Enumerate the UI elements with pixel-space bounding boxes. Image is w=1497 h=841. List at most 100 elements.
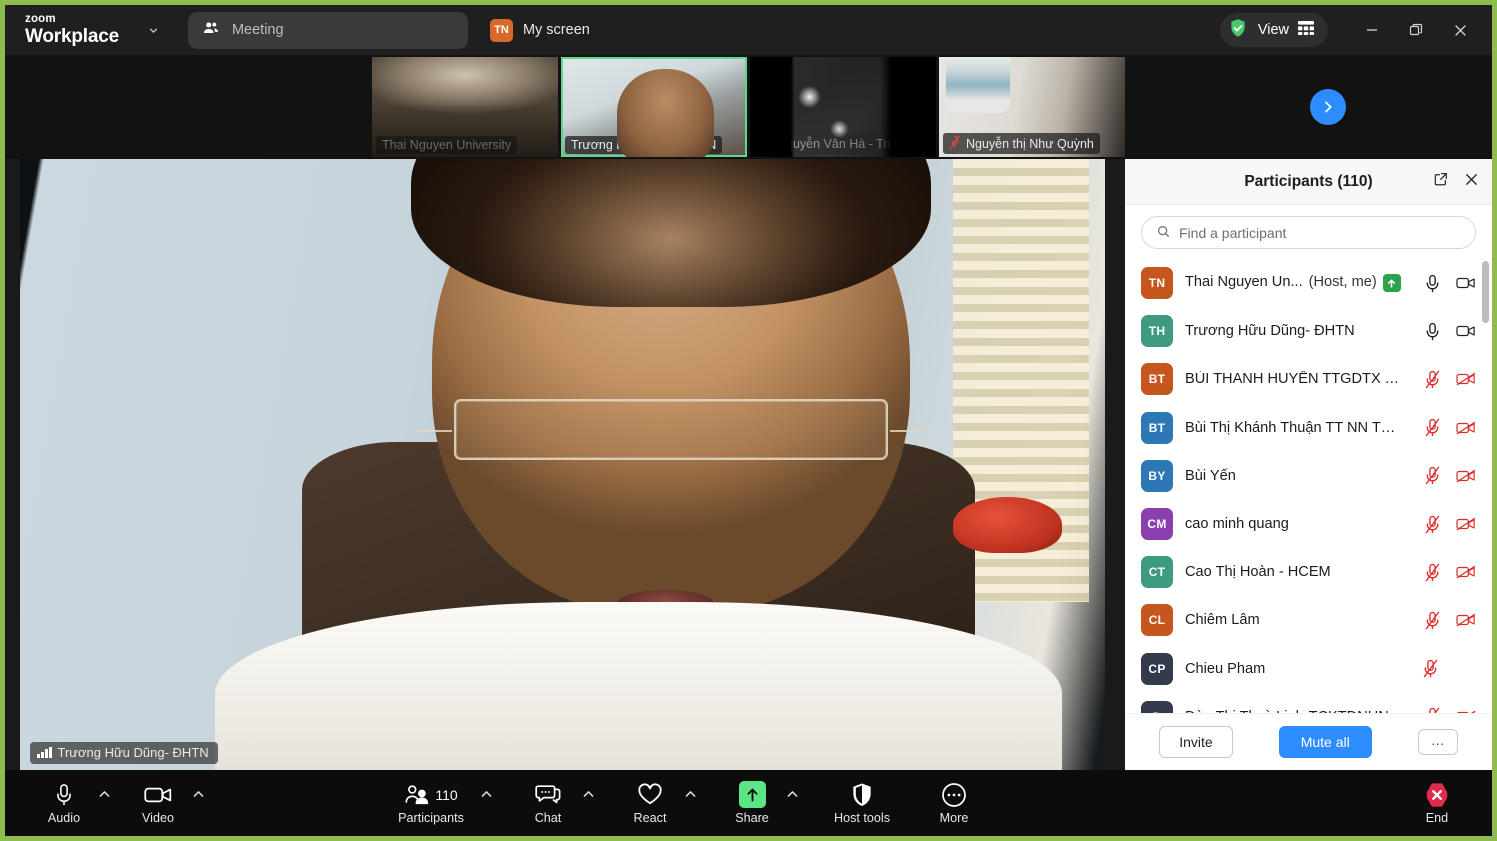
video-button[interactable]: Video	[127, 782, 189, 825]
window-minimize-button[interactable]	[1350, 13, 1394, 47]
camera-icon	[143, 782, 173, 808]
close-icon[interactable]	[1463, 171, 1480, 193]
audio-label: Audio	[47, 810, 81, 825]
filmstrip-thumbnail[interactable]: Nguyễn thị Như Quỳnh	[939, 57, 1125, 157]
microphone-icon[interactable]	[1422, 321, 1442, 341]
camera-off-icon[interactable]	[1456, 466, 1476, 486]
participant-row[interactable]: BT Bùi Thị Khánh Thuận TT NN TH ...	[1125, 404, 1492, 452]
window-close-button[interactable]	[1438, 13, 1482, 47]
participants-list[interactable]: TN Thai Nguyen Un... (Host, me) TH Trương H…	[1125, 259, 1492, 713]
avatar: Đ	[1141, 700, 1173, 713]
microphone-muted-icon[interactable]	[1422, 418, 1442, 438]
end-meeting-button[interactable]: End	[1406, 782, 1468, 825]
participant-row[interactable]: CP Chieu Pham	[1125, 645, 1492, 693]
people-icon	[202, 19, 220, 42]
microphone-muted-icon[interactable]	[1422, 466, 1442, 486]
video-options-chevron-up-icon[interactable]	[189, 790, 207, 801]
signal-bars-icon	[37, 747, 52, 758]
camera-icon[interactable]	[1456, 321, 1476, 341]
more-dots-icon	[941, 782, 967, 808]
meeting-search-label: Meeting	[231, 22, 284, 38]
filmstrip-thumbnail[interactable]: Thai Nguyen University	[372, 57, 558, 157]
view-button[interactable]: View	[1219, 13, 1328, 47]
host-tools-button[interactable]: Host tools	[823, 782, 901, 825]
host-tools-label: Host tools	[834, 810, 890, 825]
participant-row[interactable]: TN Thai Nguyen Un... (Host, me)	[1125, 259, 1492, 307]
window-restore-button[interactable]	[1394, 13, 1438, 47]
search-input[interactable]: Find a participant	[1141, 216, 1476, 249]
camera-off-icon[interactable]	[1456, 610, 1476, 630]
participants-button[interactable]: 110 Participants	[385, 782, 477, 825]
participants-more-options-button[interactable]: …	[1417, 729, 1458, 755]
my-screen-button[interactable]: TN My screen	[489, 18, 590, 42]
main-content-area: Trương Hữu Dũng- ĐHTN Participants (110)	[5, 159, 1492, 774]
camera-icon[interactable]	[1456, 273, 1476, 293]
audio-button[interactable]: Audio	[33, 782, 95, 825]
camera-off-icon[interactable]	[1456, 418, 1476, 438]
camera-off-icon[interactable]	[1456, 514, 1476, 534]
participants-label: Participants	[398, 810, 464, 825]
microphone-muted-icon[interactable]	[1420, 659, 1440, 679]
participant-row[interactable]: Đ Đào Thị Thuỳ Linh-TCKTĐNHN	[1125, 693, 1492, 713]
video-stage-container: Trương Hữu Dũng- ĐHTN	[5, 159, 1125, 774]
camera-off-icon[interactable]	[1456, 562, 1476, 582]
popout-icon[interactable]	[1433, 171, 1449, 192]
zoom-app-window: zoom Workplace Meeting TN My screen View…	[0, 0, 1497, 841]
more-button[interactable]: More	[923, 782, 985, 825]
brand-chevron-down-icon[interactable]	[147, 12, 160, 48]
participant-name: Bùi Thị Khánh Thuận TT NN TH ...	[1185, 420, 1404, 436]
participants-panel-title: Participants (110)	[1244, 172, 1373, 190]
avatar: CT	[1141, 556, 1173, 589]
brand-workplace-text: Workplace	[25, 25, 119, 47]
participant-name-text: Chieu Pham	[1185, 660, 1266, 677]
toolbar-end-group: End	[1406, 782, 1468, 825]
invite-button[interactable]: Invite	[1159, 726, 1233, 758]
meeting-search-field[interactable]: Meeting	[187, 11, 468, 49]
video-filmstrip: Thai Nguyen University Trương Hữu Dũng- …	[5, 55, 1492, 159]
camera-off-icon[interactable]	[1456, 369, 1476, 389]
share-options-chevron-up-icon[interactable]	[783, 790, 801, 801]
participant-row[interactable]: TH Trương Hữu Dũng- ĐHTN	[1125, 307, 1492, 355]
meeting-toolbar: Audio Video 110 Participants Chat React …	[5, 770, 1492, 836]
participants-options-chevron-up-icon[interactable]	[477, 790, 495, 801]
participant-status-icons	[1416, 707, 1476, 713]
avatar: BT	[1141, 363, 1173, 396]
chat-options-chevron-up-icon[interactable]	[579, 790, 597, 801]
microphone-muted-icon[interactable]	[1422, 369, 1442, 389]
microphone-icon[interactable]	[1422, 273, 1442, 293]
video-person-shirt	[215, 601, 1062, 774]
up-arrow-badge-icon	[1382, 274, 1401, 293]
react-options-chevron-up-icon[interactable]	[681, 790, 699, 801]
share-button[interactable]: Share	[721, 781, 783, 825]
audio-options-chevron-up-icon[interactable]	[95, 790, 113, 801]
chat-button[interactable]: Chat	[517, 782, 579, 825]
search-placeholder: Find a participant	[1179, 224, 1287, 241]
microphone-muted-icon[interactable]	[1422, 707, 1442, 713]
thumbnail-name: Thai Nguyen University	[376, 136, 518, 154]
participants-search-row: Find a participant	[1125, 205, 1492, 259]
microphone-muted-icon[interactable]	[1422, 562, 1442, 582]
participants-count: 110	[435, 786, 458, 803]
microphone-muted-icon[interactable]	[1422, 610, 1442, 630]
participant-row[interactable]: BT BÙI THANH HUYỀN TTGDTX TỈ...	[1125, 355, 1492, 403]
more-label: More	[939, 810, 969, 825]
filmstrip-thumbnail-active[interactable]: Trương Hữu Dũng- ĐHTN	[561, 57, 747, 157]
participant-name-text: cao minh quang	[1185, 516, 1289, 533]
microphone-muted-icon[interactable]	[1422, 514, 1442, 534]
filmstrip-next-chevron-right-icon[interactable]	[1310, 89, 1346, 125]
active-speaker-video[interactable]: Trương Hữu Dũng- ĐHTN	[20, 159, 1105, 774]
participant-row[interactable]: BY Bùi Yến	[1125, 452, 1492, 500]
participant-row[interactable]: CM cao minh quang	[1125, 500, 1492, 548]
participant-row[interactable]: CL Chiêm Lâm	[1125, 596, 1492, 644]
react-button[interactable]: React	[619, 782, 681, 825]
participant-row[interactable]: CT Cao Thị Hoàn - HCEM	[1125, 548, 1492, 596]
mic-muted-icon	[760, 135, 772, 152]
active-speaker-name-badge: Trương Hữu Dũng- ĐHTN	[30, 742, 218, 764]
heart-icon	[637, 782, 663, 808]
mute-all-button[interactable]: Mute all	[1278, 726, 1372, 758]
my-screen-label: My screen	[522, 22, 590, 38]
participant-name: Thai Nguyen Un... (Host, me)	[1185, 274, 1404, 293]
camera-off-icon[interactable]	[1456, 707, 1476, 713]
filmstrip-thumbnail[interactable]: Nguyễn Vân Hà - Trườ...	[750, 57, 936, 157]
participants-scrollbar[interactable]	[1482, 261, 1489, 323]
